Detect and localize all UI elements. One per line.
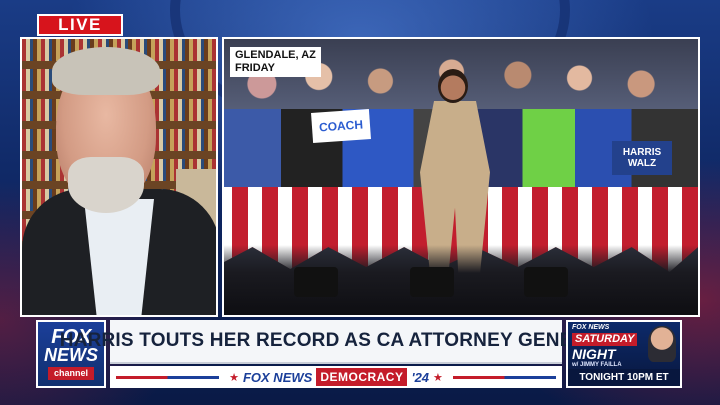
guest-beard	[68, 157, 144, 213]
headline-text: HARRIS TOUTS HER RECORD AS CA ATTORNEY G…	[59, 330, 613, 351]
ticker-year: '24	[411, 369, 430, 385]
press-camera-icon	[294, 267, 338, 297]
crowd-sign-coach-text: COACH	[318, 117, 364, 135]
live-badge-label: LIVE	[58, 15, 102, 34]
rally-video-panel: COACH HARRIS WALZ GLENDALE, AZ FRIDAY	[222, 37, 700, 317]
lower-third: FOX NEWS channel HARRIS TOUTS HER RECORD…	[36, 320, 612, 388]
speaker-head	[438, 69, 468, 103]
promo-show-line1: SATURDAY	[572, 333, 638, 346]
ticker-democracy-label: DEMOCRACY	[316, 368, 408, 386]
ticker-brand: FOX NEWS	[242, 369, 313, 385]
ticker-rule-right	[452, 375, 557, 379]
crowd-sign-walz-text: WALZ	[627, 158, 657, 169]
press-camera-icon	[524, 267, 568, 297]
promo-host-avatar	[648, 326, 676, 362]
location-tag-day: FRIDAY	[235, 62, 275, 74]
live-badge: LIVE	[37, 14, 123, 36]
location-tag: GLENDALE, AZ FRIDAY	[230, 47, 321, 77]
show-promo: FOX NEWS SATURDAY NIGHT w/ JIMMY FAILLA …	[566, 320, 682, 388]
promo-host: w/ JIMMY FAILLA	[572, 362, 622, 368]
ticker-rule-left	[116, 375, 220, 379]
press-camera-icon	[410, 267, 454, 297]
guest-hair	[52, 47, 160, 95]
crowd-sign-harris-text: HARRIS	[622, 147, 662, 158]
guest-video-panel	[20, 37, 218, 317]
location-tag-place: GLENDALE, AZ	[235, 49, 316, 61]
star-icon: ★	[433, 371, 443, 384]
promo-network: FOX NEWS	[572, 324, 610, 331]
crowd-sign-harris-walz: HARRIS WALZ	[612, 141, 672, 175]
promo-time: TONIGHT 10PM ET	[568, 369, 680, 386]
fox-logo-line3: channel	[47, 367, 94, 380]
promo-show-line2: NIGHT	[572, 346, 616, 362]
headline-bar: HARRIS TOUTS HER RECORD AS CA ATTORNEY G…	[60, 320, 612, 364]
democracy-ticker: ★ FOX NEWS DEMOCRACY '24 ★	[110, 366, 562, 388]
crowd-sign-coach: COACH	[311, 109, 371, 143]
star-icon: ★	[229, 371, 239, 384]
